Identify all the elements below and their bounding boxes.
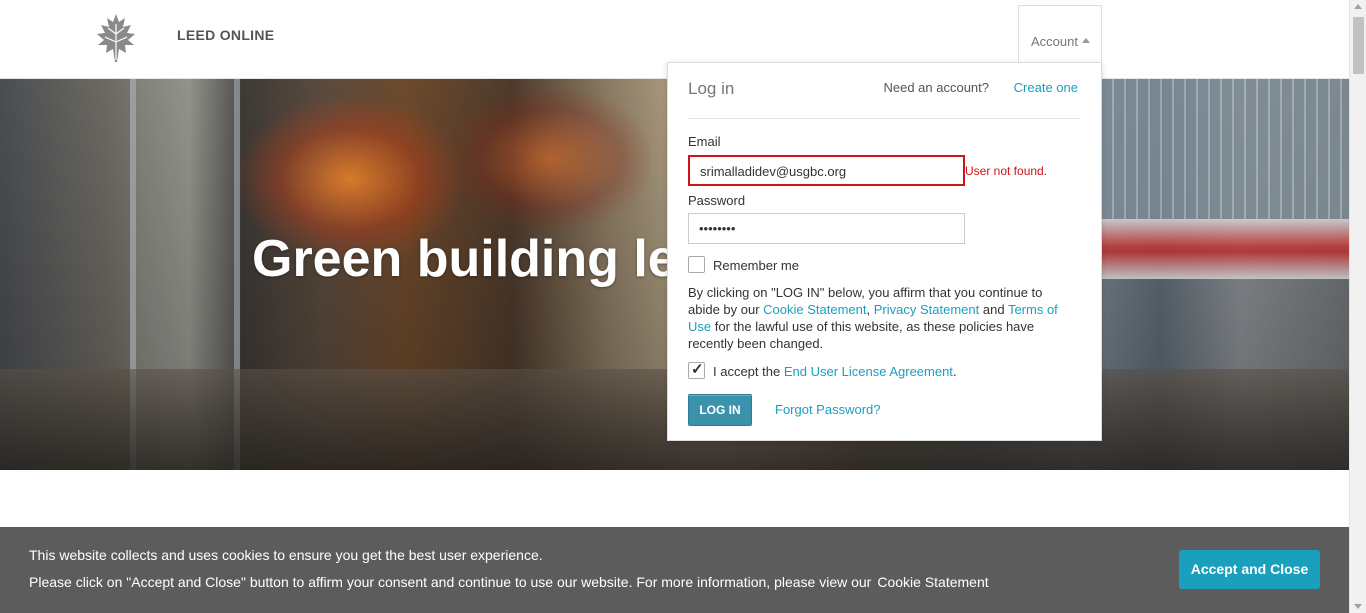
eula-accept-checkbox[interactable] — [688, 360, 705, 379]
terms-text: and — [979, 302, 1008, 317]
eula-link[interactable]: End User License Agreement — [784, 364, 953, 379]
brand-name[interactable]: LEED ONLINE — [177, 27, 274, 43]
eula-accept-label: I accept the End User License Agreement. — [713, 364, 957, 379]
cookie-statement-link[interactable]: Cookie Statement — [877, 574, 988, 590]
email-error-message: User not found. — [965, 164, 1048, 178]
scroll-down-icon[interactable] — [1354, 604, 1362, 609]
hero-background-tram — [1102, 219, 1349, 279]
terms-text: , — [866, 302, 874, 317]
terms-notice: By clicking on "LOG IN" below, you affir… — [688, 284, 1073, 352]
cookie-message-line1: This website collects and uses cookies t… — [29, 547, 543, 563]
cookie-consent-bar: This website collects and uses cookies t… — [0, 527, 1349, 613]
login-button[interactable]: LOG IN — [688, 394, 752, 426]
hero-background-art — [450, 89, 650, 229]
hero-title: Green building le — [252, 230, 677, 288]
login-dropdown: Log in Need an account? Create one Email… — [667, 62, 1102, 441]
scrollbar-thumb[interactable] — [1353, 17, 1364, 74]
terms-text: for the lawful use of this website, as t… — [688, 319, 1035, 351]
login-title: Log in — [688, 79, 735, 98]
privacy-statement-link[interactable]: Privacy Statement — [874, 302, 980, 317]
accept-and-close-button[interactable]: Accept and Close — [1179, 550, 1320, 589]
create-account-link[interactable]: Create one — [1014, 80, 1078, 95]
need-account-text: Need an account? — [883, 80, 989, 95]
cookie-statement-link[interactable]: Cookie Statement — [763, 302, 866, 317]
forgot-password-link[interactable]: Forgot Password? — [775, 402, 881, 417]
eula-text: I accept the — [713, 364, 784, 379]
email-field[interactable]: srimalladidev@usgbc.org — [688, 155, 965, 186]
account-label: Account — [1031, 34, 1078, 49]
hero-background-building — [1102, 79, 1349, 219]
scroll-up-icon[interactable] — [1354, 4, 1362, 9]
cookie-message-line2: Please click on "Accept and Close" butto… — [29, 574, 989, 590]
remember-me-label[interactable]: Remember me — [713, 258, 799, 273]
password-field[interactable]: •••••••• — [688, 213, 965, 244]
page-scrollbar[interactable] — [1349, 0, 1366, 613]
password-label: Password — [688, 193, 746, 208]
remember-me-checkbox[interactable] — [688, 256, 705, 273]
eula-text: . — [952, 364, 957, 379]
caret-up-icon — [1081, 38, 1090, 44]
cookie-message-text: Please click on "Accept and Close" butto… — [29, 574, 872, 590]
login-header: Log in Need an account? Create one — [688, 63, 1081, 119]
email-label: Email — [688, 134, 721, 149]
usgbc-logo-icon[interactable] — [88, 12, 144, 64]
